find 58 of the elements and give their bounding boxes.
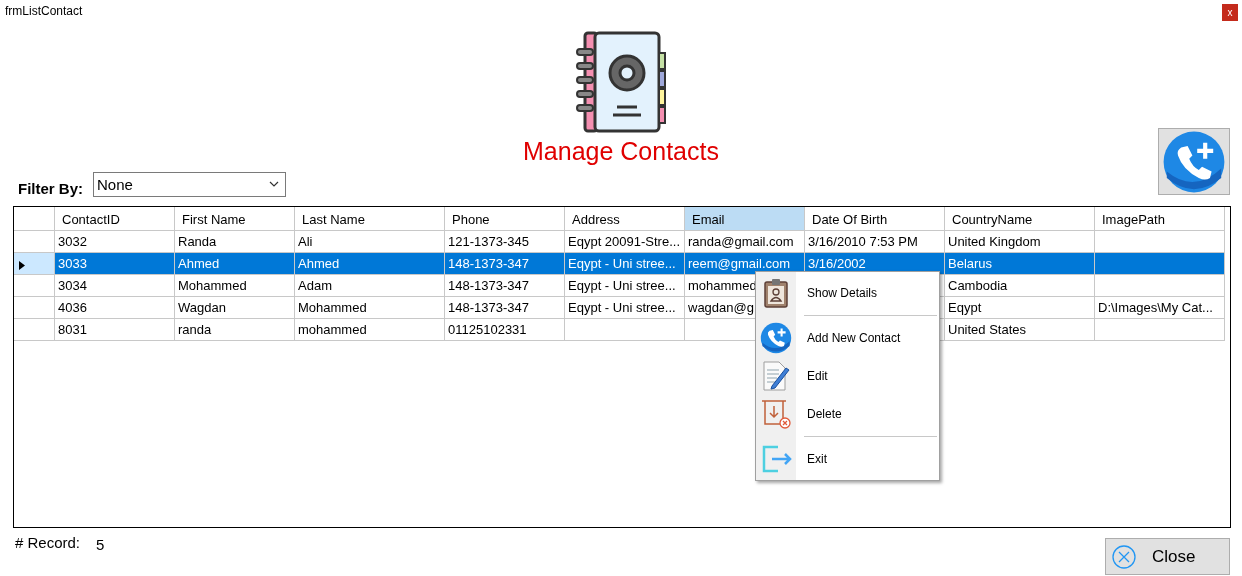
table-cell: Ahmed [295,253,445,275]
close-circle-icon [1112,544,1136,569]
menu-item[interactable]: Edit [756,357,939,395]
menu-item[interactable]: Delete [756,395,939,433]
filter-label: Filter By: [18,179,83,197]
table-cell: 01125102331 [445,319,565,341]
filter-dropdown[interactable]: None [93,171,286,197]
table-cell: 3033 [55,253,175,275]
window-title: frmListContact [5,4,83,18]
record-count: 5 [96,536,105,553]
phone-plus-icon [1162,129,1226,194]
column-header[interactable]: ContactID [55,207,175,231]
corner-header[interactable] [14,207,55,231]
delete-tray-icon [761,399,791,429]
table-cell: Eqypt [945,297,1095,319]
table-cell: Belarus [945,253,1095,275]
menu-item[interactable]: Exit [756,440,939,478]
table-cell: 4036 [55,297,175,319]
page-title: Manage Contacts [523,137,719,166]
current-row-icon [19,260,25,270]
table-cell: 148-1373-347 [445,253,565,275]
column-header[interactable]: Date Of Birth [805,207,945,231]
caret-icon [269,181,279,187]
table-cell: 148-1373-347 [445,297,565,319]
column-header[interactable]: First Name [175,207,295,231]
table-cell: 3034 [55,275,175,297]
table-cell: randa [175,319,295,341]
exit-icon [760,443,792,475]
record-label: # Record: [15,534,81,551]
column-header[interactable]: Phone [445,207,565,231]
add-contact-button[interactable] [1158,128,1230,195]
table-cell: Eqypt - Uni stree... [565,297,685,319]
phone-plus-icon [760,322,792,354]
close-button[interactable]: Close [1105,538,1230,575]
table-cell: Mohammed [175,275,295,297]
table-cell: Mohammed [295,297,445,319]
column-header[interactable]: ImagePath [1095,207,1225,231]
document-pencil-icon [762,360,790,392]
column-header[interactable]: Email [685,207,805,231]
table-cell: reem@gmail.com [685,253,805,275]
table-cell: Ahmed [175,253,295,275]
table-cell: 148-1373-347 [445,275,565,297]
table-cell: D:\Images\My Cat... [1095,297,1225,319]
column-header[interactable]: Last Name [295,207,445,231]
column-header[interactable]: CountryName [945,207,1095,231]
table-cell: 8031 [55,319,175,341]
row-header[interactable] [14,253,55,275]
table-cell: Adam [295,275,445,297]
clipboard-person-icon [764,278,788,308]
table-cell: Eqypt - Uni stree... [565,275,685,297]
table-cell: United States [945,319,1095,341]
close-button[interactable]: x [1222,4,1238,21]
menu-item[interactable]: Add New Contact [756,319,939,357]
address-book-icon [575,31,667,133]
table-cell: Eqypt - Uni stree... [565,253,685,275]
table-cell: Cambodia [945,275,1095,297]
table-cell: mohammed [295,319,445,341]
table-cell: Wagdan [175,297,295,319]
